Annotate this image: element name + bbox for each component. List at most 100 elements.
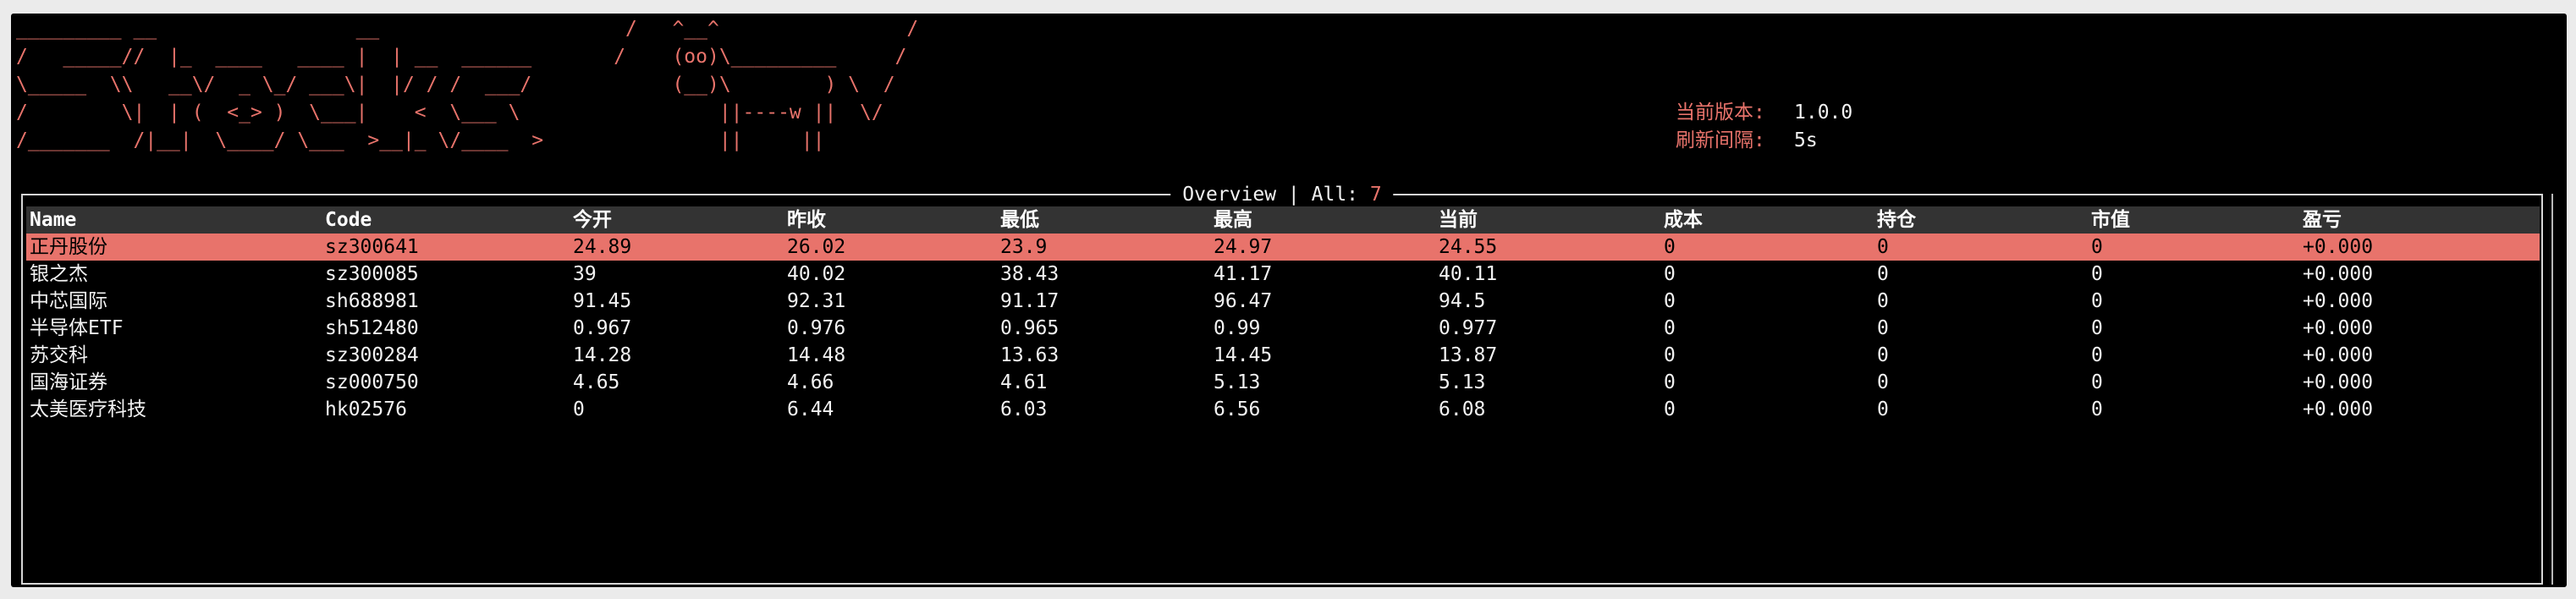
cell-code: sz300085 [325,263,419,285]
cell-low: 13.63 [1000,344,1060,366]
cell-code: sz300284 [325,344,419,366]
ascii-banner: _________ __ __ / ^__^ / / _____// |_ __… [16,15,918,155]
table-row[interactable]: 太美医疗科技 hk02576 0 6.44 6.03 6.56 6.08 0 0… [26,396,2540,423]
column-header-holding: 持仓 [1877,209,1916,231]
refresh-interval-row: 刷新间隔: 5s [1676,127,1852,155]
cell-cost: 0 [1664,371,1676,393]
refresh-interval-value: 5s [1794,129,1818,151]
table-row[interactable]: 中芯国际 sh688981 91.45 92.31 91.17 96.47 94… [26,288,2540,315]
cell-prev-close: 14.48 [787,344,846,366]
cell-cost: 0 [1664,290,1676,312]
table-row[interactable]: 正丹股份 sz300641 24.89 26.02 23.9 24.97 24.… [26,234,2540,261]
panel-outer-edge [2551,194,2553,585]
cell-profit-loss: +0.000 [2303,290,2374,312]
column-header-low: 最低 [1000,209,1039,231]
cell-open: 24.89 [573,236,632,258]
cell-open: 39 [573,263,597,285]
refresh-interval-label: 刷新间隔: [1676,129,1765,151]
cell-name: 太美医疗科技 [30,398,146,420]
cell-open: 4.65 [573,371,620,393]
cell-profit-loss: +0.000 [2303,344,2374,366]
ascii-banner-line: / _____// |_ ____ ____ | | __ ______ / (… [16,46,907,68]
cell-low: 0.965 [1000,317,1060,339]
cell-current: 24.55 [1439,236,1498,258]
cell-name: 正丹股份 [30,236,107,258]
cell-profit-loss: +0.000 [2303,263,2374,285]
cell-prev-close: 4.66 [787,371,834,393]
panel-title: Overview | All: 7 [1170,181,1394,208]
cell-low: 6.03 [1000,398,1048,420]
cell-profit-loss: +0.000 [2303,371,2374,393]
column-header-market-value: 市值 [2091,209,2130,231]
cell-prev-close: 92.31 [787,290,846,312]
cell-high: 0.99 [1214,317,1261,339]
cell-prev-close: 26.02 [787,236,846,258]
cell-code: hk02576 [325,398,407,420]
cell-market-value: 0 [2091,371,2103,393]
ascii-banner-line: \_____ \\ __\/ _ \_/ ___\| |/ / / ___/ (… [16,74,895,96]
cell-prev-close: 6.44 [787,398,834,420]
stock-table: Name Code 今开 昨收 最低 最高 当前 成本 持仓 市值 盈亏 正丹股… [26,206,2540,423]
column-header-high: 最高 [1214,209,1252,231]
cell-low: 38.43 [1000,263,1060,285]
version-label: 当前版本: [1676,102,1765,124]
cell-code: sz000750 [325,371,419,393]
cell-market-value: 0 [2091,317,2103,339]
table-row[interactable]: 国海证券 sz000750 4.65 4.66 4.61 5.13 5.13 0… [26,369,2540,396]
table-row[interactable]: 银之杰 sz300085 39 40.02 38.43 41.17 40.11 … [26,261,2540,288]
version-row: 当前版本: 1.0.0 [1676,99,1852,127]
column-header-current: 当前 [1439,209,1478,231]
cell-market-value: 0 [2091,236,2103,258]
overview-panel: Overview | All: 7 Name Code 今开 昨收 最低 最高 … [21,181,2543,585]
panel-title-separator: | [1287,184,1300,206]
table-header-row: Name Code 今开 昨收 最低 最高 当前 成本 持仓 市值 盈亏 [26,206,2540,234]
cell-cost: 0 [1664,344,1676,366]
cell-market-value: 0 [2091,290,2103,312]
cell-prev-close: 40.02 [787,263,846,285]
cell-low: 4.61 [1000,371,1048,393]
cell-current: 0.977 [1439,317,1498,339]
version-value: 1.0.0 [1794,102,1853,124]
panel-count-label: All: [1311,184,1359,206]
cell-low: 91.17 [1000,290,1060,312]
cell-current: 13.87 [1439,344,1498,366]
cell-high: 5.13 [1214,371,1261,393]
cell-profit-loss: +0.000 [2303,236,2374,258]
panel-title-text: Overview [1182,184,1277,206]
cell-holding: 0 [1877,371,1889,393]
cell-code: sz300641 [325,236,419,258]
cell-cost: 0 [1664,398,1676,420]
cell-cost: 0 [1664,263,1676,285]
terminal-window: _________ __ __ / ^__^ / / _____// |_ __… [11,14,2567,587]
cell-current: 6.08 [1439,398,1486,420]
cell-high: 14.45 [1214,344,1273,366]
cell-high: 24.97 [1214,236,1273,258]
table-row[interactable]: 苏交科 sz300284 14.28 14.48 13.63 14.45 13.… [26,342,2540,369]
cell-name: 苏交科 [30,344,88,366]
cell-name: 中芯国际 [30,290,107,312]
cell-holding: 0 [1877,263,1889,285]
ascii-banner-line: /_______ /|__| \____/ \___ >__|_ \/____ … [16,129,825,151]
cell-holding: 0 [1877,398,1889,420]
column-header-cost: 成本 [1664,209,1703,231]
ascii-banner-line: _________ __ __ / ^__^ / [16,18,919,40]
cell-open: 91.45 [573,290,632,312]
cell-market-value: 0 [2091,398,2103,420]
cell-profit-loss: +0.000 [2303,398,2374,420]
column-header-code: Code [325,209,372,231]
cell-name: 银之杰 [30,263,88,285]
cell-current: 94.5 [1439,290,1486,312]
cell-open: 0.967 [573,317,632,339]
ascii-banner-line: / \| | ( <_> ) \___| < \___ \ ||----w ||… [16,102,883,124]
table-row[interactable]: 半导体ETF sh512480 0.967 0.976 0.965 0.99 0… [26,315,2540,342]
column-header-open: 今开 [573,209,612,231]
panel-count: 7 [1369,184,1382,206]
cell-holding: 0 [1877,236,1889,258]
cell-high: 96.47 [1214,290,1273,312]
cell-code: sh688981 [325,290,419,312]
cell-holding: 0 [1877,344,1889,366]
cell-cost: 0 [1664,317,1676,339]
cell-high: 6.56 [1214,398,1261,420]
cell-open: 0 [573,398,585,420]
cell-profit-loss: +0.000 [2303,317,2374,339]
